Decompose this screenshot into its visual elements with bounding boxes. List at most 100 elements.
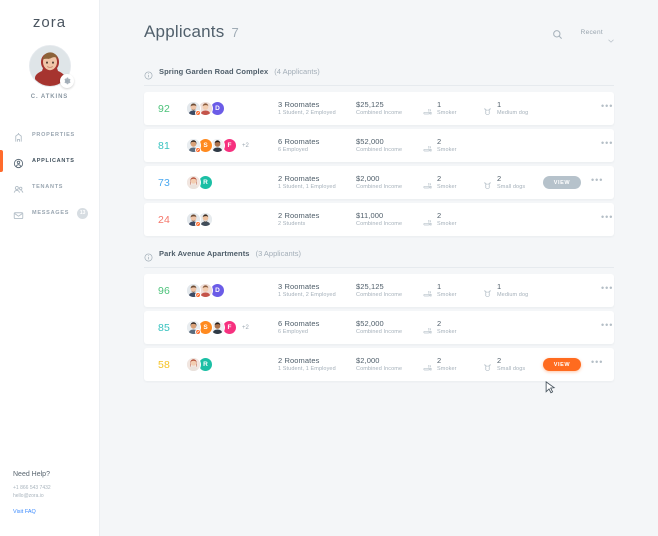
roommates-cell: 2 Roomates 1 Student, 1 Employed (278, 356, 356, 374)
group-name: Spring Garden Road Complex (159, 67, 269, 76)
sort-label: Recent (580, 28, 603, 36)
gear-icon[interactable] (59, 74, 74, 88)
table-row[interactable]: 81 S F +2 6 Roomates 6 Employed $52,000 Combine… (144, 129, 614, 162)
roommates-cell: 6 Roomates 6 Employed (278, 319, 356, 337)
income-cell: $52,000 Combined Income (356, 137, 423, 155)
roommates-cell: 2 Roomates 1 Student, 1 Employed (278, 174, 356, 192)
help-title: Need Help? (13, 470, 50, 478)
income-amount: $52,000 (356, 318, 384, 328)
applicant-score: 85 (158, 321, 171, 334)
income-amount: $11,000 (356, 210, 384, 220)
avatar[interactable] (186, 212, 201, 227)
avatar[interactable] (186, 138, 201, 153)
topbar-actions: Recent (552, 27, 614, 43)
main-content: Applicants 7 Recent Spring Garden Road C… (100, 0, 658, 536)
row-overflow-menu-icon[interactable]: ••• (591, 176, 603, 189)
row-actions: ••• (543, 284, 613, 297)
sidebar-item-tenants[interactable]: TENANTS (0, 174, 99, 200)
mouse-cursor (545, 381, 556, 394)
help-email: hello@zora.io (13, 492, 44, 499)
smoker-cell-label: Smoker (437, 147, 457, 154)
verified-check-icon (194, 291, 201, 298)
income-cell: $2,000 Combined Income (356, 356, 423, 374)
roommates-detail: 1 Student, 2 Employed (278, 292, 336, 299)
avatar[interactable] (186, 175, 201, 190)
roommates-count: 6 Roomates (278, 136, 320, 146)
pet-cell-label: Small dogs (497, 366, 526, 373)
info-icon[interactable] (144, 249, 153, 262)
avatar[interactable] (186, 101, 201, 116)
brand-logo[interactable]: zora (0, 0, 99, 31)
roommates-detail: 2 Students (278, 221, 306, 228)
sidebar-item-messages[interactable]: MESSAGES 13 (0, 200, 99, 226)
avatar-overflow-count: +2 (242, 142, 249, 149)
roommates-count: 3 Roomates (278, 99, 320, 109)
page-title: Applicants (144, 22, 225, 41)
pet-icon (483, 359, 492, 371)
sidebar-item-properties[interactable]: PROPERTIES (0, 122, 99, 148)
verified-check-icon (194, 109, 201, 116)
smoker-cell: 1 Smoker (423, 100, 483, 118)
help-phone: +1 866 543 7432 (13, 484, 51, 491)
roommates-cell: 3 Roomates 1 Student, 2 Employed (278, 100, 356, 118)
sort-dropdown[interactable]: Recent (580, 28, 614, 43)
pet-cell-label: Medium dog (497, 292, 529, 299)
row-overflow-menu-icon[interactable]: ••• (601, 321, 613, 334)
row-actions: ••• (543, 102, 613, 115)
row-actions: ••• (543, 139, 613, 152)
row-overflow-menu-icon[interactable]: ••• (601, 213, 613, 226)
smoker-cell: 2 Smoker (423, 211, 483, 229)
table-row[interactable]: 58 R 2 Roomates 1 Student, 1 Employed $2,000… (144, 348, 614, 381)
smoker-cell: 1 Smoker (423, 282, 483, 300)
search-icon[interactable] (552, 27, 563, 39)
income-amount: $52,000 (356, 136, 384, 146)
row-overflow-menu-icon[interactable]: ••• (591, 358, 603, 371)
smoker-icon (423, 214, 432, 225)
avatar-letter: S (203, 142, 208, 149)
table-row[interactable]: 92 D 3 Roomates 1 Student, 2 Employed $25,12… (144, 92, 614, 125)
envelope-icon (13, 208, 24, 219)
smoker-cell: 2 Smoker (423, 319, 483, 337)
smoker-cell-label: Smoker (437, 366, 457, 373)
table-row[interactable]: 96 D 3 Roomates 1 Student, 2 Employed $25,12… (144, 274, 614, 307)
topbar: Applicants 7 Recent (100, 0, 658, 46)
help-section: Need Help? +1 866 543 7432 hello@zora.io… (13, 471, 51, 519)
applicant-score: 92 (158, 102, 171, 115)
avatar[interactable] (186, 320, 201, 335)
verified-check-icon (194, 220, 201, 227)
app-root: zora C. ATKINS PROPERTIES APPLICANTS TEN… (0, 0, 658, 536)
income-cell: $25,125 Combined Income (356, 282, 423, 300)
pet-cell-value: 1 (497, 281, 502, 291)
avatar[interactable] (28, 45, 74, 88)
group-divider (144, 267, 614, 268)
info-icon[interactable] (144, 67, 153, 80)
smoker-cell-value: 2 (437, 355, 442, 365)
income-cell: $52,000 Combined Income (356, 319, 423, 337)
avatar[interactable] (186, 357, 201, 372)
group-header: Park Avenue Apartments (3 Applicants) (144, 240, 614, 267)
avatar-overflow-count: +2 (242, 324, 249, 331)
smoker-cell-label: Smoker (437, 110, 457, 117)
sidebar-item-label: PROPERTIES (32, 132, 75, 138)
user-profile[interactable]: C. ATKINS (0, 45, 99, 100)
brand-name: zora (32, 14, 67, 31)
row-overflow-menu-icon[interactable]: ••• (601, 139, 613, 152)
smoker-cell-value: 1 (437, 99, 442, 109)
sidebar-item-applicants[interactable]: APPLICANTS (0, 148, 99, 174)
view-button[interactable]: VIEW (543, 176, 581, 189)
row-overflow-menu-icon[interactable]: ••• (601, 284, 613, 297)
income-cell: $2,000 Combined Income (356, 174, 423, 192)
table-row[interactable]: 85 S F +2 6 Roomates 6 Employed $52,000 Combine… (144, 311, 614, 344)
table-row[interactable]: 73 R 2 Roomates 1 Student, 1 Employed $2,000… (144, 166, 614, 199)
view-button[interactable]: VIEW (543, 358, 581, 371)
roommates-detail: 6 Employed (278, 147, 309, 154)
smoker-cell-label: Smoker (437, 292, 457, 299)
row-overflow-menu-icon[interactable]: ••• (601, 102, 613, 115)
visit-faq-link[interactable]: Visit FAQ (13, 509, 36, 515)
avatar[interactable] (186, 283, 201, 298)
table-row[interactable]: 24 2 Roomates 2 Students $11,000 Combined In… (144, 203, 614, 236)
smoker-cell-value: 1 (437, 281, 442, 291)
income-cell: $11,000 Combined Income (356, 211, 423, 229)
smoker-cell: 2 Smoker (423, 137, 483, 155)
applicant-score: 73 (158, 176, 171, 189)
